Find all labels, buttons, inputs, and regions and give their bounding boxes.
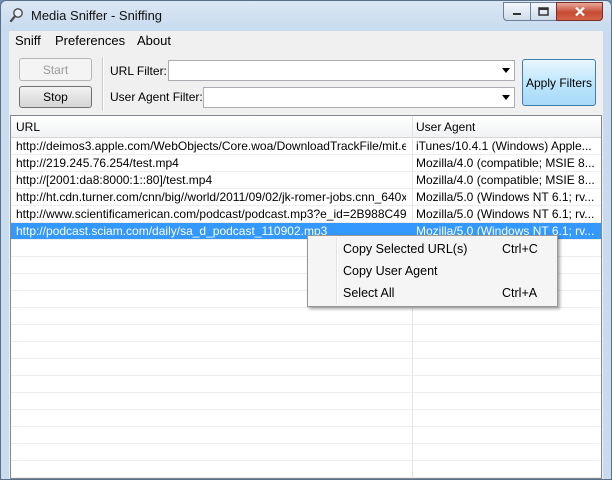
menu-preferences[interactable]: Preferences — [55, 33, 125, 48]
user-agent-filter-input[interactable] — [204, 88, 500, 107]
close-icon — [574, 6, 585, 17]
url-filter-input[interactable] — [169, 61, 500, 80]
window-title: Media Sniffer - Sniffing — [31, 8, 163, 23]
url-filter-combo[interactable] — [168, 60, 515, 81]
list-item[interactable]: http://www.scientificamerican.com/podcas… — [11, 206, 601, 223]
minimize-icon — [513, 12, 521, 15]
app-window: Media Sniffer - Sniffing Sniff Preferenc… — [0, 0, 612, 480]
url-filter-label: URL Filter: — [110, 64, 167, 78]
list-item[interactable]: http://[2001:da8:8000:1::80]/test.mp4 Mo… — [11, 172, 601, 189]
context-menu: Copy Selected URL(s) Ctrl+C Copy User Ag… — [307, 235, 558, 307]
row-user-agent: Mozilla/4.0 (compatible; MSIE 8.... — [416, 173, 594, 187]
empty-row — [11, 393, 601, 410]
close-button[interactable] — [556, 2, 603, 21]
menu-bar: Sniff Preferences About — [9, 31, 603, 52]
menu-sniff[interactable]: Sniff — [15, 33, 41, 48]
context-select-all[interactable]: Select All Ctrl+A — [310, 282, 555, 304]
title-bar[interactable]: Media Sniffer - Sniffing — [1, 1, 611, 31]
row-url: http://deimos3.apple.com/WebObjects/Core… — [16, 139, 406, 153]
column-header-user-agent[interactable]: User Agent — [416, 120, 475, 134]
context-item-label: Select All — [343, 286, 395, 300]
list-header: URL User Agent — [11, 116, 601, 138]
empty-row — [11, 410, 601, 427]
empty-row — [11, 461, 601, 478]
row-url: http://219.245.76.254/test.mp4 — [16, 156, 179, 170]
list-item[interactable]: http://ht.cdn.turner.com/cnn/big//world/… — [11, 189, 601, 206]
stop-button[interactable]: Stop — [19, 86, 92, 108]
context-copy-user-agent[interactable]: Copy User Agent — [310, 260, 555, 282]
row-user-agent: Mozilla/5.0 (Windows NT 6.1; rv... — [416, 190, 594, 204]
empty-row — [11, 427, 601, 444]
row-url: http://[2001:da8:8000:1::80]/test.mp4 — [16, 173, 213, 187]
row-user-agent: iTunes/10.4.1 (Windows) Apple... — [416, 139, 592, 153]
row-url: http://www.scientificamerican.com/podcas… — [16, 207, 406, 221]
apply-filters-button[interactable]: Apply Filters — [522, 59, 596, 106]
row-url: http://ht.cdn.turner.com/cnn/big//world/… — [16, 190, 406, 204]
list-item[interactable]: http://deimos3.apple.com/WebObjects/Core… — [11, 138, 601, 155]
empty-row — [11, 359, 601, 376]
user-agent-filter-combo[interactable] — [203, 87, 515, 108]
context-item-label: Copy User Agent — [343, 264, 438, 278]
empty-row — [11, 376, 601, 393]
column-header-url[interactable]: URL — [16, 120, 40, 134]
chevron-down-icon[interactable] — [502, 95, 510, 100]
chevron-down-icon[interactable] — [502, 68, 510, 73]
start-button[interactable]: Start — [19, 58, 92, 81]
row-user-agent: Mozilla/5.0 (Windows NT 6.1; rv... — [416, 207, 594, 221]
context-copy-selected-urls[interactable]: Copy Selected URL(s) Ctrl+C — [310, 238, 555, 260]
magnifier-icon — [9, 8, 23, 23]
context-item-label: Copy Selected URL(s) — [343, 242, 468, 256]
context-item-shortcut: Ctrl+C — [502, 242, 538, 256]
empty-row — [11, 308, 601, 325]
maximize-icon — [538, 7, 549, 16]
maximize-button[interactable] — [530, 2, 557, 21]
empty-row — [11, 325, 601, 342]
minimize-button[interactable] — [503, 2, 531, 21]
context-item-shortcut: Ctrl+A — [502, 286, 538, 300]
empty-row — [11, 444, 601, 461]
row-user-agent: Mozilla/4.0 (compatible; MSIE 8.... — [416, 156, 594, 170]
empty-row — [11, 342, 601, 359]
user-agent-filter-label: User Agent Filter: — [110, 90, 203, 104]
toolbar-separator — [102, 57, 104, 111]
list-item[interactable]: http://219.245.76.254/test.mp4 Mozilla/4… — [11, 155, 601, 172]
menu-about[interactable]: About — [137, 33, 171, 48]
